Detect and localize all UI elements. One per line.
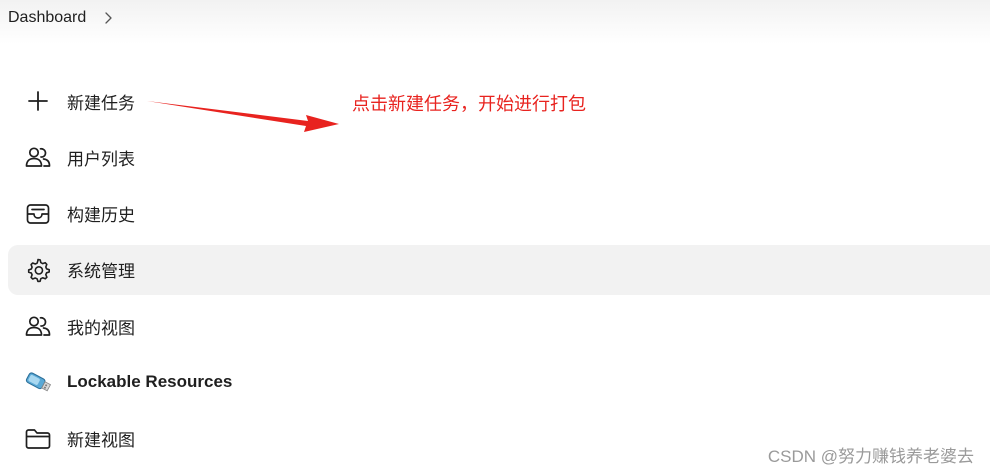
- watermark: CSDN @努力赚钱养老婆去: [767, 447, 974, 466]
- annotation-arrow: [147, 101, 339, 132]
- annotation-text: 点击新建任务，开始进行打包: [352, 94, 586, 114]
- jenkins-dashboard: Dashboard 新建任务 用户列表 构建历史 系统管理 我的视图 Locka…: [0, 0, 990, 475]
